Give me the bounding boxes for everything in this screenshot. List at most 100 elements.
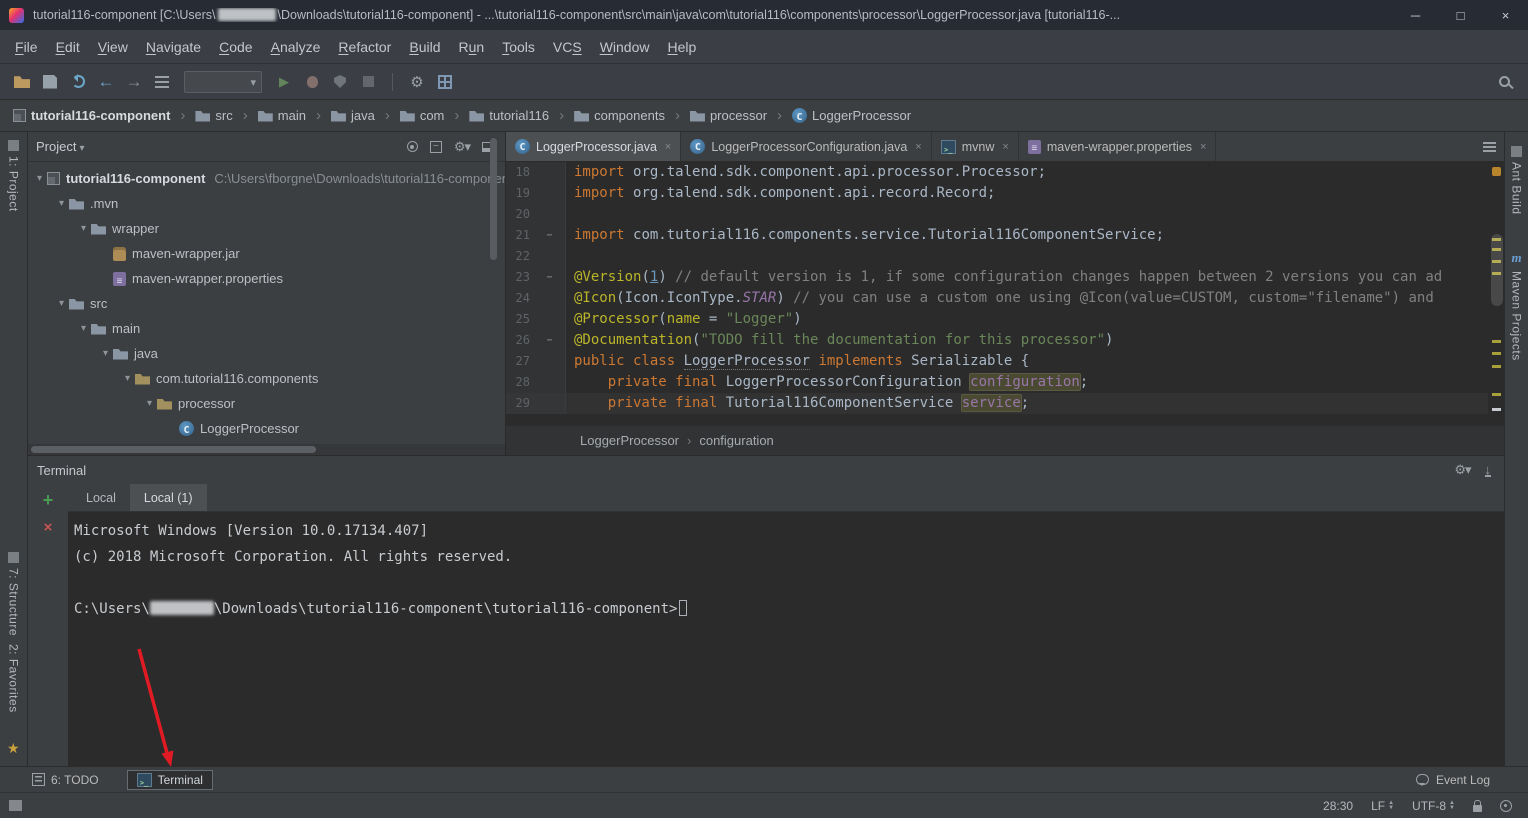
expand-arrow-icon[interactable]: ▾: [54, 298, 69, 309]
editor-tab-loggerprocessor-java[interactable]: LoggerProcessor.java×: [506, 132, 681, 161]
expand-arrow-icon[interactable]: ▾: [32, 173, 47, 184]
debug-icon[interactable]: [298, 69, 326, 95]
breadcrumb-loggerprocessor[interactable]: LoggerProcessor: [789, 108, 914, 123]
stop-icon[interactable]: [354, 69, 382, 95]
menu-run[interactable]: Run: [449, 35, 493, 59]
breadcrumb-processor[interactable]: processor: [687, 108, 770, 123]
close-tab-icon[interactable]: ×: [915, 141, 921, 153]
run-configuration-combo[interactable]: [184, 71, 262, 93]
menu-window[interactable]: Window: [591, 35, 659, 59]
menu-vcs[interactable]: VCS: [544, 35, 591, 59]
terminal-tab-local[interactable]: Local: [72, 484, 130, 511]
menu-build[interactable]: Build: [400, 35, 449, 59]
tree-item-src[interactable]: ▾src: [28, 291, 505, 316]
breadcrumb-src[interactable]: src: [192, 108, 235, 123]
menu-edit[interactable]: Edit: [47, 35, 89, 59]
caret-position-widget[interactable]: 28:30: [1323, 799, 1353, 813]
coverage-icon[interactable]: [326, 69, 354, 95]
project-structure-icon[interactable]: [431, 69, 459, 95]
breadcrumb-member[interactable]: configuration: [699, 433, 773, 448]
hidden-tabs-list-icon[interactable]: [1483, 142, 1496, 152]
tree-item-java[interactable]: ▾java: [28, 341, 505, 366]
terminal-console[interactable]: Microsoft Windows [Version 10.0.17134.40…: [68, 512, 1504, 766]
breadcrumb-tutorial116[interactable]: tutorial116: [466, 108, 552, 123]
tool-button-ant-build[interactable]: Ant Build: [1505, 146, 1528, 215]
tree-item-maven-wrapper-jar[interactable]: maven-wrapper.jar: [28, 241, 505, 266]
expand-arrow-icon[interactable]: ▾: [54, 198, 69, 209]
breadcrumb-java[interactable]: java: [328, 108, 378, 123]
breadcrumb-main[interactable]: main: [255, 108, 309, 123]
inspections-hector-icon[interactable]: [1500, 800, 1512, 812]
gear-icon[interactable]: [454, 139, 470, 155]
save-all-icon[interactable]: [36, 69, 64, 95]
warning-stripe-mark[interactable]: [1492, 393, 1501, 396]
search-everywhere-icon[interactable]: [1492, 69, 1520, 95]
breadcrumb-com[interactable]: com: [397, 108, 448, 123]
locate-file-icon[interactable]: [407, 141, 418, 152]
fold-marker-icon[interactable]: [534, 267, 566, 288]
tool-button-project[interactable]: 1: Project: [0, 140, 27, 212]
terminal-tab-local-1[interactable]: Local (1): [130, 484, 207, 511]
fold-marker-icon[interactable]: [534, 330, 566, 351]
editor-tab-maven-wrapper-properties[interactable]: maven-wrapper.properties×: [1019, 132, 1217, 161]
caret-stripe-mark[interactable]: [1492, 408, 1501, 411]
menu-view[interactable]: View: [89, 35, 137, 59]
back-icon[interactable]: [92, 69, 120, 95]
close-session-icon[interactable]: ×: [44, 521, 53, 535]
menu-tools[interactable]: Tools: [493, 35, 544, 59]
menu-analyze[interactable]: Analyze: [262, 35, 330, 59]
tree-item-processor[interactable]: ▾processor: [28, 391, 505, 416]
gear-icon[interactable]: [1454, 462, 1470, 478]
tool-button-structure[interactable]: 7: Structure: [0, 552, 27, 636]
forward-icon[interactable]: [120, 69, 148, 95]
breadcrumb-class[interactable]: LoggerProcessor: [580, 433, 679, 448]
expand-arrow-icon[interactable]: ▾: [142, 398, 157, 409]
lock-icon[interactable]: [1473, 805, 1482, 812]
close-button[interactable]: ×: [1483, 0, 1528, 30]
minimize-button[interactable]: ─: [1393, 0, 1438, 30]
warning-stripe-mark[interactable]: [1492, 340, 1501, 343]
editor-scrollbar[interactable]: [1491, 234, 1503, 306]
expand-arrow-icon[interactable]: ▾: [120, 373, 135, 384]
collapse-all-icon[interactable]: [430, 141, 442, 153]
expand-arrow-icon[interactable]: ▾: [98, 348, 113, 359]
project-tree-vscrollbar[interactable]: [490, 138, 497, 260]
close-tab-icon[interactable]: ×: [665, 141, 671, 153]
breadcrumb-components[interactable]: components: [571, 108, 668, 123]
close-tab-icon[interactable]: ×: [1200, 141, 1206, 153]
menu-help[interactable]: Help: [659, 35, 706, 59]
run-icon[interactable]: [270, 69, 298, 95]
favorites-star-icon[interactable]: ★: [7, 740, 20, 757]
tree-item-tutorial116-component[interactable]: ▾tutorial116-componentC:\Users\fborgne\D…: [28, 166, 505, 191]
hide-terminal-icon[interactable]: [1485, 464, 1492, 477]
chevron-down-icon[interactable]: [79, 139, 84, 154]
fold-marker-icon[interactable]: [534, 225, 566, 246]
project-panel-title[interactable]: Project: [36, 139, 76, 154]
tree-item-maven-wrapper-properties[interactable]: maven-wrapper.properties: [28, 266, 505, 291]
inspection-status-icon[interactable]: [1492, 167, 1501, 176]
warning-stripe-mark[interactable]: [1492, 352, 1501, 355]
menu-refactor[interactable]: Refactor: [329, 35, 400, 59]
new-session-icon[interactable]: +: [43, 492, 54, 508]
maximize-button[interactable]: □: [1438, 0, 1483, 30]
expand-arrow-icon[interactable]: ▾: [76, 223, 91, 234]
tool-button-maven-projects[interactable]: Maven Projects: [1505, 250, 1528, 361]
settings-icon[interactable]: [403, 69, 431, 95]
tree-item-mvn[interactable]: ▾.mvn: [28, 191, 505, 216]
open-icon[interactable]: [8, 69, 36, 95]
line-separator-widget[interactable]: LF▲▼: [1371, 799, 1394, 813]
run-configurations-icon[interactable]: [148, 69, 176, 95]
tree-item-main[interactable]: ▾main: [28, 316, 505, 341]
editor-tab-loggerprocessorconfiguration-java[interactable]: LoggerProcessorConfiguration.java×: [681, 132, 931, 161]
close-tab-icon[interactable]: ×: [1002, 141, 1008, 153]
project-tree-hscrollbar[interactable]: [31, 446, 316, 453]
terminal-button[interactable]: Terminal: [127, 770, 213, 790]
editor-tab-mvnw[interactable]: mvnw×: [932, 132, 1019, 161]
menu-file[interactable]: File: [6, 35, 47, 59]
warning-stripe-mark[interactable]: [1492, 365, 1501, 368]
expand-arrow-icon[interactable]: ▾: [76, 323, 91, 334]
synchronize-icon[interactable]: [64, 69, 92, 95]
menu-navigate[interactable]: Navigate: [137, 35, 210, 59]
breadcrumb-tutorial116-component[interactable]: tutorial116-component: [10, 108, 173, 123]
event-log-button[interactable]: Event Log: [1416, 773, 1490, 787]
